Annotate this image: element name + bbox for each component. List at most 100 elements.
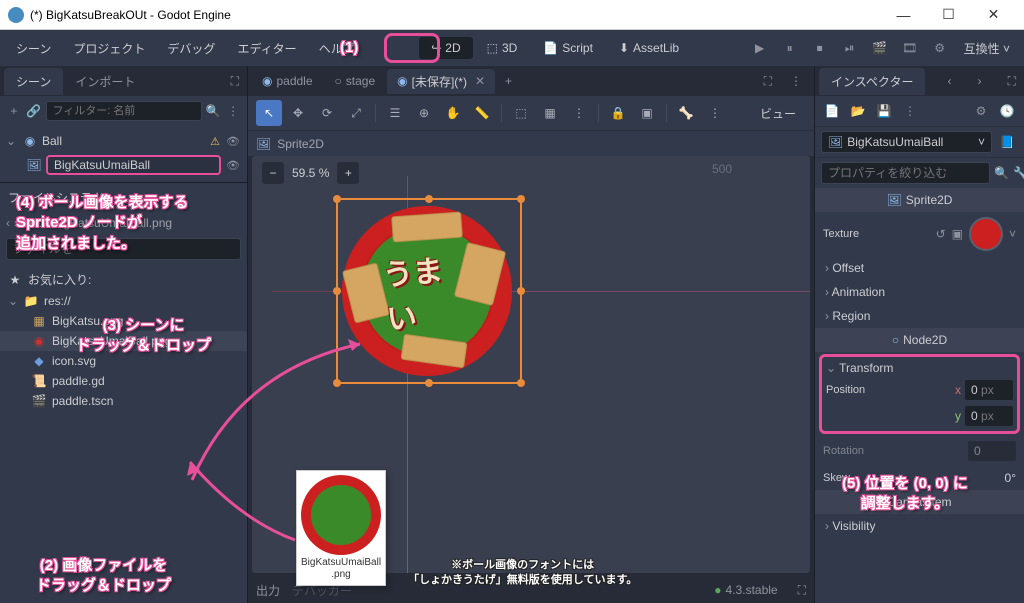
rotation-input[interactable]: 0	[968, 441, 1016, 461]
section-region[interactable]: Region	[815, 304, 1024, 328]
scene-filter-input[interactable]	[46, 101, 202, 121]
snap-options-icon[interactable]: ⋮	[566, 100, 592, 126]
fs-file[interactable]: ◆ icon.svg	[0, 351, 247, 371]
view-2d-button[interactable]: ↪ 2D	[419, 37, 472, 59]
path-prefix[interactable]: res://	[22, 216, 49, 230]
menu-help[interactable]: ヘルプ	[309, 36, 365, 61]
menu-scene[interactable]: シーン	[6, 36, 61, 61]
bones-menu-icon[interactable]: ⋮	[702, 100, 728, 126]
lock-icon[interactable]: 🔒	[605, 100, 631, 126]
class-sprite2d[interactable]: 🖼Sprite2D	[815, 188, 1024, 212]
grid-snap-icon[interactable]: ▦	[537, 100, 563, 126]
close-tab-icon[interactable]: ✕	[475, 74, 485, 88]
version-label[interactable]: 4.3.stable	[726, 583, 778, 597]
object-dropdown[interactable]: 🖼 BigKatsuUmaiBall ˅	[821, 131, 992, 153]
renderer-select[interactable]: 互換性 ˅	[956, 36, 1018, 61]
fs-file[interactable]: ▦ BigKatsu.png	[0, 311, 247, 331]
stop-button[interactable]: ⏹	[806, 34, 834, 62]
fs-root[interactable]: ⌄ 📁 res://	[0, 291, 247, 311]
link-node-button[interactable]: 🔗	[26, 100, 42, 122]
visibility-icon[interactable]: 👁	[225, 133, 241, 149]
extra-menu-icon[interactable]: ⋮	[899, 100, 921, 122]
path-selected[interactable]: BigKatsuUmaiBall.png	[53, 216, 172, 230]
view-menu[interactable]: ビュー	[750, 101, 806, 126]
save-resource-icon[interactable]: 💾	[873, 100, 895, 122]
close-button[interactable]: ✕	[971, 0, 1016, 30]
fs-file[interactable]: 🎬 paddle.tscn	[0, 391, 247, 411]
pan-tool[interactable]: ✋	[440, 100, 466, 126]
skew-value[interactable]: 0°	[1005, 471, 1016, 485]
load-resource-icon[interactable]: 📂	[847, 100, 869, 122]
texture-preview[interactable]	[969, 217, 1003, 251]
menu-project[interactable]: プロジェクト	[63, 36, 155, 61]
warning-icon[interactable]: ⚠	[207, 133, 223, 149]
history-back-icon[interactable]: ‹	[944, 70, 956, 92]
doc-icon[interactable]: 📘	[996, 131, 1018, 153]
selection-rect[interactable]	[336, 198, 522, 384]
scale-tool[interactable]: ⤢	[343, 100, 369, 126]
section-visibility[interactable]: Visibility	[815, 514, 1024, 538]
play-button[interactable]: ▶	[746, 34, 774, 62]
search-icon[interactable]: 🔍	[206, 100, 222, 122]
fs-favorites[interactable]: ★ お気に入り:	[0, 268, 247, 291]
revert-icon[interactable]: ↺	[936, 227, 946, 241]
distraction-free-icon[interactable]: ⛶	[756, 70, 780, 93]
play-scene-button[interactable]: 🎬	[866, 34, 894, 62]
collapse-icon[interactable]: ⌄	[8, 294, 18, 308]
rotate-tool[interactable]: ⟳	[314, 100, 340, 126]
menu-editor[interactable]: エディター	[227, 36, 306, 61]
chevron-down-icon[interactable]: ˅	[1009, 227, 1016, 241]
menu-debug[interactable]: デバッグ	[157, 36, 225, 61]
view-assetlib-button[interactable]: ⬇ AssetLib	[607, 37, 691, 59]
run-remote-button[interactable]: ⏯	[836, 34, 864, 62]
expand-bottom-icon[interactable]: ⛶	[798, 583, 806, 598]
scene-tab-unsaved[interactable]: ◉[未保存](*)✕	[387, 69, 495, 94]
position-x-input[interactable]: 0 px	[965, 380, 1013, 400]
fs-file-selected[interactable]: ◉ BigKatsuUmaiBall.png	[0, 331, 247, 351]
back-icon[interactable]: ‹	[6, 216, 10, 230]
section-transform[interactable]: Transform	[826, 359, 1013, 377]
section-animation[interactable]: Animation	[815, 280, 1024, 304]
ruler-tool[interactable]: 📏	[469, 100, 495, 126]
class-canvasitem[interactable]: CanvasItem	[815, 490, 1024, 514]
pivot-tool[interactable]: ⊕	[411, 100, 437, 126]
view-script-button[interactable]: 📄 Script	[531, 37, 605, 59]
visibility-icon[interactable]: 👁	[225, 157, 241, 173]
manage-icon[interactable]: ⚙	[970, 100, 992, 122]
tab-scene[interactable]: シーン	[4, 68, 63, 95]
add-node-button[interactable]: +	[6, 100, 22, 122]
new-resource-icon[interactable]: 📄	[821, 100, 843, 122]
bones-icon[interactable]: 🦴	[673, 100, 699, 126]
tree-menu-icon[interactable]: ⋮	[225, 100, 241, 122]
prop-rotation[interactable]: Rotation 0	[815, 436, 1024, 466]
add-scene-button[interactable]: +	[497, 70, 520, 92]
fwd-icon[interactable]: ›	[14, 216, 18, 230]
scene-tab-stage[interactable]: ○stage	[325, 70, 386, 92]
collapse-icon[interactable]: ⌄	[6, 134, 18, 148]
prop-texture[interactable]: Texture ↺ ▣ ˅	[815, 212, 1024, 256]
tree-child[interactable]: 🖼 BigKatsuUmaiBall 👁	[0, 152, 247, 178]
inspector-filter-input[interactable]	[821, 162, 990, 184]
zoom-out-button[interactable]: −	[262, 162, 284, 184]
select-tool[interactable]: ↖	[256, 100, 282, 126]
output-tab[interactable]: 出力	[256, 582, 280, 599]
tab-inspector[interactable]: インスペクター	[819, 68, 925, 95]
position-y-input[interactable]: 0 px	[965, 406, 1013, 426]
search-icon[interactable]: 🔍	[994, 162, 1009, 184]
video-driver-icon[interactable]: ⚙	[926, 34, 954, 62]
move-tool[interactable]: ✥	[285, 100, 311, 126]
smart-snap-icon[interactable]: ⬚	[508, 100, 534, 126]
group-icon[interactable]: ▣	[634, 100, 660, 126]
play-custom-button[interactable]: 🎞	[896, 34, 924, 62]
maximize-button[interactable]: ☐	[926, 0, 971, 30]
dock-expand-icon[interactable]: ⛶	[1004, 70, 1020, 93]
class-node2d[interactable]: ○Node2D	[815, 328, 1024, 352]
minimize-button[interactable]: —	[881, 0, 926, 30]
history-icon[interactable]: 🕓	[996, 100, 1018, 122]
make-unique-icon[interactable]: ▣	[952, 227, 963, 241]
fs-file[interactable]: 📜 paddle.gd	[0, 371, 247, 391]
list-select-tool[interactable]: ☰	[382, 100, 408, 126]
scene-tab-paddle[interactable]: ◉paddle	[252, 70, 323, 92]
pause-button[interactable]: ⏸	[776, 34, 804, 62]
filesystem-filter-input[interactable]	[6, 238, 241, 260]
